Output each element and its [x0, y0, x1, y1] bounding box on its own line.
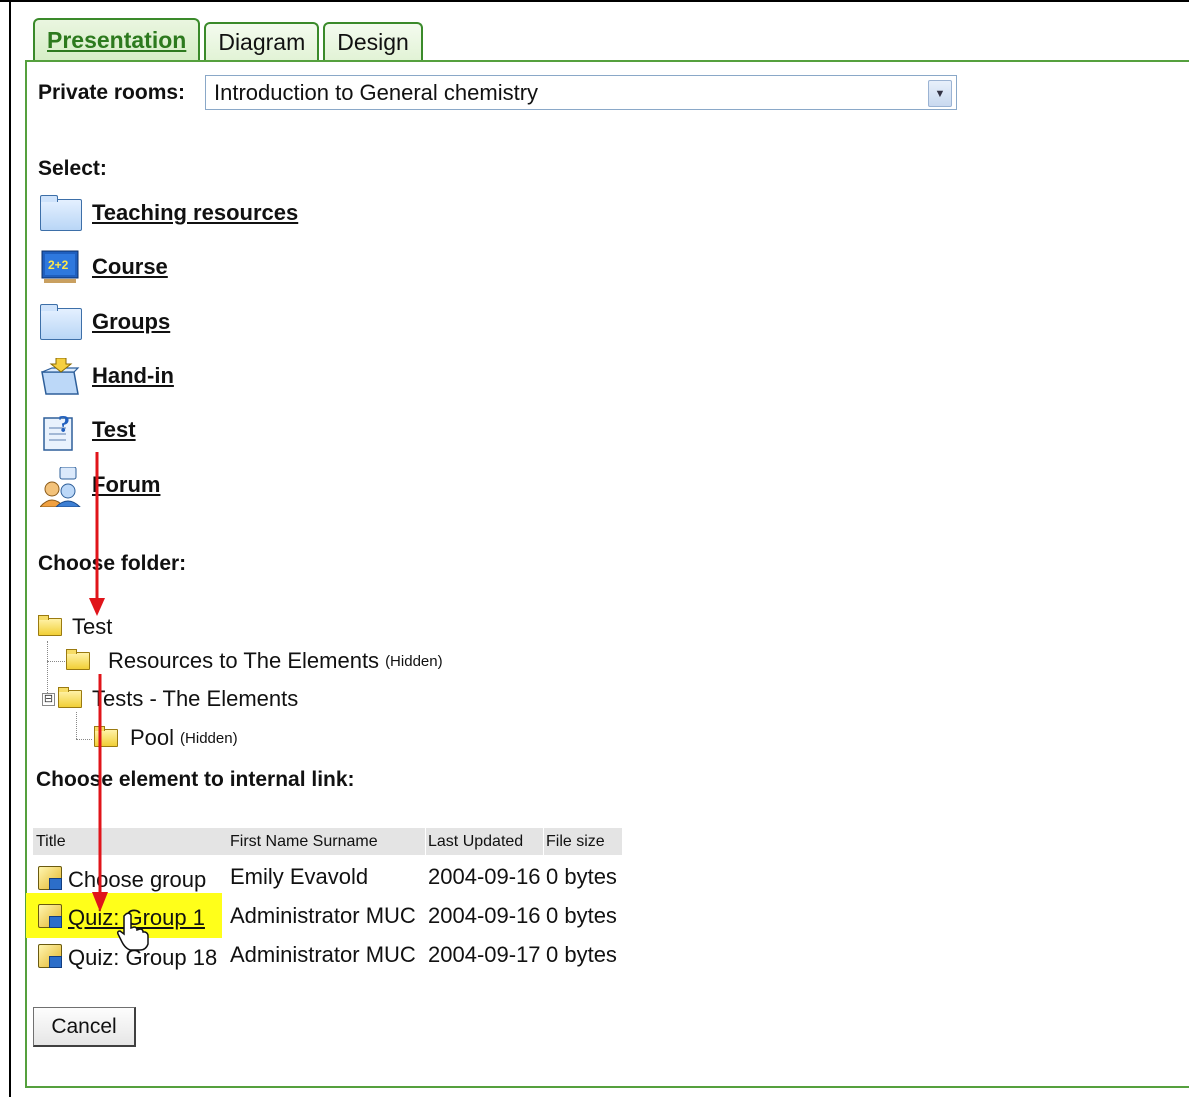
table-row-title[interactable]: Quiz: Group 1	[38, 904, 205, 931]
window-border-left	[9, 0, 11, 1097]
tree-connector	[76, 712, 77, 739]
tree-node-tests[interactable]: ⊟ Tests - The Elements	[42, 686, 298, 712]
select-item-label[interactable]: Hand-in	[92, 363, 174, 389]
column-header-title: Title	[33, 828, 228, 855]
select-item-course[interactable]: 2+2 Course	[40, 247, 168, 287]
private-rooms-select[interactable]: Introduction to General chemistry ▼	[205, 75, 957, 110]
cancel-button[interactable]: Cancel	[33, 1007, 136, 1047]
window-border-top	[0, 0, 1189, 2]
select-item-forum[interactable]: Forum	[38, 465, 160, 508]
select-item-label[interactable]: Groups	[92, 309, 170, 335]
select-item-label[interactable]: Forum	[92, 472, 160, 498]
chevron-down-icon[interactable]: ▼	[928, 80, 952, 107]
select-heading: Select:	[38, 157, 107, 180]
folder-icon	[94, 726, 118, 747]
tree-node-label[interactable]: Test	[72, 614, 112, 640]
quiz-icon	[38, 944, 62, 968]
svg-text:?: ?	[58, 412, 70, 438]
svg-text:2+2: 2+2	[48, 258, 69, 272]
tree-node-label[interactable]: Resources to The Elements	[108, 648, 379, 674]
row-title-link[interactable]: Quiz: Group 1	[68, 905, 205, 930]
select-item-label[interactable]: Course	[92, 254, 168, 280]
test-icon: ?	[40, 412, 82, 451]
collapse-icon[interactable]: ⊟	[42, 692, 55, 706]
select-item-hand-in[interactable]: Hand-in	[40, 356, 174, 396]
select-item-label[interactable]: Teaching resources	[92, 200, 298, 226]
column-header-updated: Last Updated	[426, 828, 543, 855]
choose-element-heading: Choose element to internal link:	[36, 768, 355, 791]
quiz-icon	[38, 904, 62, 928]
row-updated: 2004-09-16	[428, 903, 541, 928]
tab-design[interactable]: Design	[323, 22, 423, 60]
course-icon: 2+2	[40, 249, 82, 285]
tree-connector	[47, 661, 65, 662]
tree-node-label[interactable]: Pool	[130, 725, 174, 751]
row-size: 0 bytes	[546, 903, 617, 928]
tab-presentation[interactable]: Presentation	[33, 18, 201, 60]
folder-icon	[40, 195, 82, 231]
row-size: 0 bytes	[546, 864, 617, 889]
folder-icon	[66, 649, 90, 670]
row-author: Emily Evavold	[230, 864, 369, 889]
select-item-teaching-resources[interactable]: Teaching resources	[40, 193, 298, 233]
tab-diagram[interactable]: Diagram	[204, 22, 320, 60]
folder-icon	[38, 615, 62, 636]
folder-icon	[40, 304, 82, 340]
private-rooms-label: Private rooms:	[38, 81, 186, 104]
tree-connector	[76, 739, 92, 740]
table-row-title[interactable]: Choose group	[38, 866, 206, 893]
select-item-test[interactable]: ? Test	[40, 410, 136, 451]
hand-in-icon	[40, 357, 82, 395]
private-rooms-selected-value: Introduction to General chemistry	[214, 79, 539, 105]
select-item-groups[interactable]: Groups	[40, 302, 170, 342]
column-header-author: First Name Surname	[228, 828, 425, 855]
quiz-icon	[38, 866, 62, 890]
folder-icon	[58, 687, 82, 708]
tree-node-label[interactable]: Tests - The Elements	[92, 686, 298, 712]
choose-folder-heading: Choose folder:	[38, 552, 187, 575]
row-updated: 2004-09-17	[428, 942, 541, 967]
row-author: Administrator MUC	[230, 903, 416, 928]
tree-node-test[interactable]: Test	[38, 614, 112, 640]
tree-node-pool[interactable]: Pool (Hidden)	[94, 725, 238, 751]
tab-bar: Presentation Diagram Design	[33, 18, 423, 62]
row-size: 0 bytes	[546, 942, 617, 967]
row-updated: 2004-09-16	[428, 864, 541, 889]
row-title-text[interactable]: Choose group	[68, 867, 206, 892]
hidden-tag: (Hidden)	[180, 729, 238, 747]
row-author: Administrator MUC	[230, 942, 416, 967]
column-header-size: File size	[544, 828, 622, 855]
table-row-title[interactable]: Quiz: Group 18	[38, 944, 217, 971]
select-item-label[interactable]: Test	[92, 417, 136, 443]
forum-icon	[38, 466, 82, 508]
row-title-text[interactable]: Quiz: Group 18	[68, 945, 217, 970]
tree-node-resources[interactable]: Resources to The Elements (Hidden)	[66, 648, 443, 674]
hidden-tag: (Hidden)	[385, 652, 443, 670]
